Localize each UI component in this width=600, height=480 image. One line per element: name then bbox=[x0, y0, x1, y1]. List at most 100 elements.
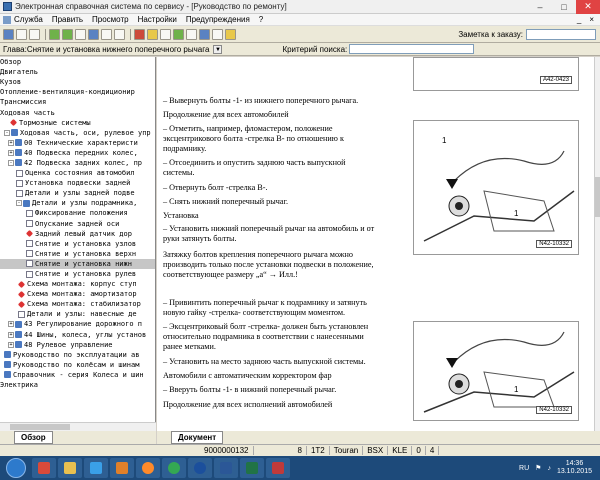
tree-node[interactable]: Тормозные системы bbox=[0, 118, 155, 128]
document-line: относительно подрамника в соответствии с… bbox=[163, 332, 364, 341]
document-vertical-scrollbar[interactable] bbox=[594, 57, 600, 431]
tree-node[interactable]: Детали и узлы: навесные де bbox=[0, 309, 155, 319]
tree-node[interactable]: +44 Шины, колеса, углы установ bbox=[0, 330, 155, 340]
tab-document[interactable]: Документ bbox=[171, 431, 224, 444]
taskbar-app-ie-icon[interactable] bbox=[84, 458, 108, 478]
tree-node[interactable]: +43 Регулирование дорожного п bbox=[0, 319, 155, 329]
document-line: – Снять нижний поперечный рычаг. bbox=[163, 197, 288, 206]
expand-icon[interactable]: + bbox=[8, 321, 14, 328]
taskbar-app-chrome-icon[interactable] bbox=[162, 458, 186, 478]
maximize-button[interactable]: □ bbox=[552, 0, 576, 14]
settings-icon[interactable] bbox=[212, 28, 223, 40]
volume-icon[interactable]: ♪ bbox=[547, 465, 551, 472]
menu-settings[interactable]: Настройки bbox=[138, 15, 177, 24]
expand-icon[interactable]: + bbox=[8, 139, 14, 146]
tree-node[interactable]: Двигатель bbox=[0, 67, 155, 77]
home-icon[interactable] bbox=[3, 28, 14, 40]
tree-node[interactable]: - 42 Подвеска задних колес, пр bbox=[0, 158, 155, 168]
search-criteria-input[interactable] bbox=[349, 44, 475, 54]
tree-node[interactable]: Ходовая часть bbox=[0, 107, 155, 117]
tree-node-label: 40 Подвеска передних колес, bbox=[24, 148, 138, 157]
expand-icon[interactable]: + bbox=[8, 331, 14, 338]
tree-node[interactable]: +48 Рулевое управление bbox=[0, 340, 155, 350]
note-icon[interactable] bbox=[160, 28, 171, 40]
close-button[interactable]: ✕ bbox=[576, 0, 600, 14]
document-line: Продолжение для всех автомобилей bbox=[163, 110, 289, 119]
tree-node[interactable]: Руководство по колёсам и шинам bbox=[0, 360, 155, 370]
tree-horizontal-scrollbar[interactable] bbox=[0, 422, 156, 431]
chapter-dropdown-icon[interactable]: ▼ bbox=[213, 44, 223, 54]
tree-node[interactable]: +40 Подвеска передних колес, bbox=[0, 148, 155, 158]
tree-node[interactable]: Отопление-вентиляция-кондиционир bbox=[0, 87, 155, 97]
help-icon[interactable] bbox=[225, 28, 236, 40]
sync-icon[interactable] bbox=[173, 28, 184, 40]
menu-help[interactable]: ? bbox=[259, 15, 263, 24]
tree-node[interactable]: - Ходовая часть, оси, рулевое упр bbox=[0, 128, 155, 138]
taskbar-app-word-icon[interactable] bbox=[214, 458, 238, 478]
taskbar-app-viewer-icon[interactable] bbox=[266, 458, 290, 478]
zoom-out-icon[interactable] bbox=[114, 28, 125, 40]
expand-icon[interactable]: + bbox=[8, 341, 14, 348]
zoom-in-icon[interactable] bbox=[101, 28, 112, 40]
tree-node[interactable]: Трансмиссия bbox=[0, 97, 155, 107]
back-icon[interactable] bbox=[49, 28, 60, 40]
start-button[interactable] bbox=[6, 458, 26, 478]
tree-node[interactable]: Кузов bbox=[0, 77, 155, 87]
scrollbar-thumb[interactable] bbox=[595, 177, 600, 217]
list-icon[interactable] bbox=[199, 28, 210, 40]
tree-node[interactable]: Руководство по эксплуатации ав bbox=[0, 350, 155, 360]
taskbar-app-grid-icon[interactable] bbox=[32, 458, 56, 478]
tree-node[interactable]: Снятие и установка узлов bbox=[0, 239, 155, 249]
mdi-minimize-button[interactable]: _ bbox=[577, 15, 581, 24]
taskbar-app-firefox-icon[interactable] bbox=[136, 458, 160, 478]
taskbar-app-excel-icon[interactable] bbox=[240, 458, 264, 478]
forward-icon[interactable] bbox=[62, 28, 73, 40]
taskbar-app-vw-icon[interactable] bbox=[188, 458, 212, 478]
stop-icon[interactable] bbox=[134, 28, 145, 40]
language-indicator[interactable]: RU bbox=[519, 465, 529, 472]
menu-service[interactable]: Служба bbox=[14, 15, 43, 24]
tree-node[interactable]: +00 Технические характеристи bbox=[0, 138, 155, 148]
collapse-icon[interactable]: - bbox=[4, 129, 10, 136]
order-note-input[interactable] bbox=[526, 28, 596, 40]
taskbar-app-media-icon[interactable] bbox=[110, 458, 134, 478]
tree-node-label: Руководство по эксплуатации ав bbox=[13, 350, 140, 359]
tree-node[interactable]: Схема монтажа: стабилизатор bbox=[0, 299, 155, 309]
tree-node[interactable]: Установка подвески задней bbox=[0, 178, 155, 188]
tree-node[interactable]: Фиксирование положения bbox=[0, 208, 155, 218]
tree-node[interactable]: Схема монтажа: амортизатор bbox=[0, 289, 155, 299]
scrollbar-thumb[interactable] bbox=[10, 424, 70, 430]
menu-warnings[interactable]: Предупреждения bbox=[186, 15, 250, 24]
document-line: – Отсоединить и опустить заднюю часть вы… bbox=[163, 158, 346, 167]
tree-node[interactable]: Снятие и установка верхн bbox=[0, 249, 155, 259]
search-icon[interactable] bbox=[75, 28, 86, 40]
mdi-close-button[interactable]: × bbox=[589, 15, 594, 24]
tree-node[interactable]: Задний левый датчик дор bbox=[0, 229, 155, 239]
copy-icon[interactable] bbox=[186, 28, 197, 40]
tree-node[interactable]: Снятие и установка рулев bbox=[0, 269, 155, 279]
tab-overview[interactable]: Обзор bbox=[14, 431, 53, 444]
document-line[interactable]: соответствующее размеру „a“ → Илл.! bbox=[163, 270, 298, 280]
expand-icon[interactable]: + bbox=[8, 149, 14, 156]
menu-edit[interactable]: Править bbox=[52, 15, 83, 24]
clock[interactable]: 14:36 13.10.2015 bbox=[557, 460, 592, 476]
info-icon[interactable] bbox=[88, 28, 99, 40]
tree-node[interactable]: Справочник - серия Колеса и шин bbox=[0, 370, 155, 380]
collapse-icon[interactable]: - bbox=[16, 200, 22, 207]
tree-node[interactable]: Схема монтажа: корпус ступ bbox=[0, 279, 155, 289]
tree-node[interactable]: Снятие и установка нижн bbox=[0, 258, 155, 269]
print-icon[interactable] bbox=[29, 28, 40, 40]
tree-node[interactable]: Электрика bbox=[0, 380, 155, 390]
minimize-button[interactable]: – bbox=[528, 0, 552, 14]
open-icon[interactable] bbox=[16, 28, 27, 40]
menu-view[interactable]: Просмотр bbox=[92, 15, 129, 24]
tree-node[interactable]: - Детали и узлы подрамника, bbox=[0, 198, 155, 208]
tree-node[interactable]: Обзор bbox=[0, 57, 155, 67]
bookmark-icon[interactable] bbox=[147, 28, 158, 40]
tree-node[interactable]: Опускание задней оси bbox=[0, 219, 155, 229]
taskbar-app-files-icon[interactable] bbox=[58, 458, 82, 478]
collapse-icon[interactable]: - bbox=[8, 159, 14, 166]
tree-node[interactable]: Детали и узлы задней подве bbox=[0, 188, 155, 198]
tree-node[interactable]: Оценка состояния автомобил bbox=[0, 168, 155, 178]
tree-node-label: Справочник - серия Колеса и шин bbox=[13, 370, 144, 379]
